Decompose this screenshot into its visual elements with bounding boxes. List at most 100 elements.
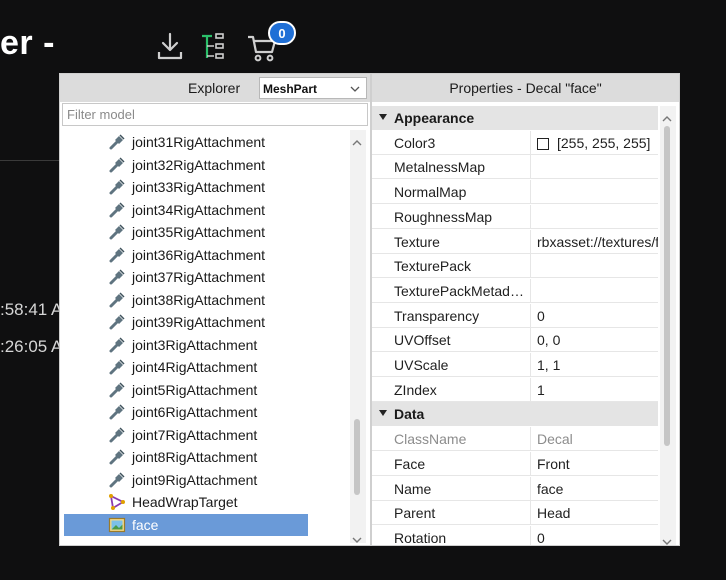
tree-item-label: joint3RigAttachment <box>132 336 258 353</box>
properties-panel: Properties - Decal "face" Appearance Colo… <box>372 74 679 545</box>
property-value[interactable]: 0, 0 <box>537 332 658 348</box>
column-separator <box>530 328 531 353</box>
property-name: ClassName <box>394 431 467 448</box>
collapse-triangle-icon[interactable] <box>379 114 387 120</box>
attachment-icon <box>108 448 126 466</box>
property-row[interactable]: TexturePack <box>372 254 658 279</box>
property-value[interactable]: Head <box>537 505 658 521</box>
property-value[interactable]: [255, 255, 255] <box>537 135 658 151</box>
property-value[interactable]: 0 <box>537 308 658 324</box>
property-row[interactable]: ClassName Decal <box>372 427 658 452</box>
download-icon[interactable] <box>153 30 187 64</box>
tree-item-label: face <box>132 516 159 533</box>
timestamp: :26:05 A <box>0 337 63 356</box>
tree-item-label: joint36RigAttachment <box>132 246 266 263</box>
collapse-triangle-icon[interactable] <box>379 410 387 417</box>
column-separator <box>530 130 531 155</box>
attachment-icon <box>108 268 126 286</box>
properties-scrollbar[interactable] <box>660 106 676 545</box>
tree-item[interactable]: HeadWrapTarget <box>64 491 308 513</box>
tree-item[interactable]: joint37RigAttachment <box>64 266 308 288</box>
property-value[interactable]: Front <box>537 456 658 472</box>
scroll-up-icon[interactable] <box>662 110 672 122</box>
category-header-data[interactable]: Data <box>372 402 658 427</box>
property-row[interactable]: RoughnessMap <box>372 204 658 229</box>
property-value-text: rbxasset://textures/f <box>537 233 658 250</box>
property-row[interactable]: Face Front <box>372 451 658 476</box>
hierarchy-icon[interactable] <box>198 30 232 64</box>
tree-item-label: joint4RigAttachment <box>132 359 258 375</box>
property-value-text: 0 <box>537 307 545 324</box>
property-row[interactable]: UVScale 1, 1 <box>372 353 658 377</box>
property-value[interactable]: 1, 1 <box>537 357 658 373</box>
attachment-icon <box>108 336 126 354</box>
tree-item[interactable]: joint38RigAttachment <box>64 289 308 311</box>
property-row[interactable]: Rotation 0 <box>372 525 658 545</box>
attachment-icon <box>108 246 126 264</box>
tree-item[interactable]: joint4RigAttachment <box>64 356 308 378</box>
property-row[interactable]: Color3 [255, 255, 255] <box>372 130 658 155</box>
tree-item[interactable]: joint33RigAttachment <box>64 176 308 198</box>
tree-item[interactable]: joint34RigAttachment <box>64 199 308 221</box>
properties-grid: Appearance Color3 [255, 255, 255] Metalness… <box>372 106 658 545</box>
wrap-target-icon <box>108 493 126 511</box>
explorer-panel: Explorer MeshPart joint31RigAttachmentjo… <box>60 74 370 545</box>
tree-item-label: HeadWrapTarget <box>132 494 238 510</box>
tree-item[interactable]: joint39RigAttachment <box>64 311 308 333</box>
color-swatch[interactable] <box>537 137 549 150</box>
property-row[interactable]: Transparency 0 <box>372 303 658 328</box>
tree-item[interactable]: joint3RigAttachment <box>64 334 308 356</box>
tree-item[interactable]: joint7RigAttachment <box>64 424 308 446</box>
scroll-down-icon[interactable] <box>352 531 362 543</box>
divider <box>0 160 60 161</box>
filter-model-input[interactable] <box>62 103 368 126</box>
tree-item[interactable]: joint31RigAttachment <box>64 131 308 153</box>
property-name: Name <box>394 480 432 497</box>
property-row[interactable]: UVOffset 0, 0 <box>372 328 658 353</box>
column-separator <box>530 180 531 205</box>
property-value[interactable]: 1 <box>537 382 658 398</box>
property-value[interactable]: 0 <box>537 530 658 545</box>
property-name: NormalMap <box>394 184 467 201</box>
tree-item[interactable]: joint6RigAttachment <box>64 401 308 423</box>
tree-item-label: joint33RigAttachment <box>132 179 266 195</box>
attachment-icon <box>108 201 126 219</box>
property-value[interactable]: rbxasset://textures/f <box>537 234 658 250</box>
property-row[interactable]: ZIndex 1 <box>372 377 658 402</box>
tree-item-label: joint34RigAttachment <box>132 201 266 218</box>
property-value[interactable]: face <box>537 481 658 497</box>
property-row[interactable]: MetalnessMap <box>372 155 658 180</box>
tree-item[interactable]: joint9RigAttachment <box>64 469 308 491</box>
scrollbar-thumb[interactable] <box>664 126 670 446</box>
explorer-scrollbar[interactable] <box>350 130 366 543</box>
property-name: RoughnessMap <box>394 208 493 225</box>
property-row[interactable]: Name face <box>372 476 658 501</box>
attachment-icon <box>108 133 126 151</box>
category-header-appearance[interactable]: Appearance <box>372 106 658 130</box>
cart-count-badge: 0 <box>268 21 296 45</box>
scrollbar-thumb[interactable] <box>354 419 360 496</box>
property-row[interactable]: Texture rbxasset://textures/f <box>372 229 658 254</box>
class-filter-dropdown[interactable]: MeshPart <box>259 77 367 99</box>
column-separator <box>530 278 531 303</box>
studio-panel: Explorer MeshPart joint31RigAttachmentjo… <box>59 73 680 546</box>
property-row[interactable]: NormalMap <box>372 180 658 205</box>
tree-item[interactable]: joint32RigAttachment <box>64 154 308 176</box>
property-name: TexturePack <box>394 258 472 275</box>
scroll-up-icon[interactable] <box>352 134 362 146</box>
column-separator <box>530 476 531 501</box>
property-value-text: 1 <box>537 381 545 398</box>
tree-item[interactable]: joint36RigAttachment <box>64 244 308 266</box>
column-separator <box>530 229 531 254</box>
tree-item-label: joint6RigAttachment <box>132 404 258 420</box>
property-value-text: Front <box>537 455 570 472</box>
tree-item[interactable]: joint35RigAttachment <box>64 221 308 243</box>
attachment-icon <box>108 313 126 331</box>
tree-item[interactable]: joint5RigAttachment <box>64 379 308 401</box>
scroll-down-icon[interactable] <box>662 533 672 545</box>
attachment-icon <box>108 178 126 196</box>
property-row[interactable]: TexturePackMetad… <box>372 278 658 303</box>
tree-item[interactable]: face <box>64 513 308 536</box>
tree-item[interactable]: joint8RigAttachment <box>64 446 308 468</box>
property-row[interactable]: Parent Head <box>372 501 658 526</box>
